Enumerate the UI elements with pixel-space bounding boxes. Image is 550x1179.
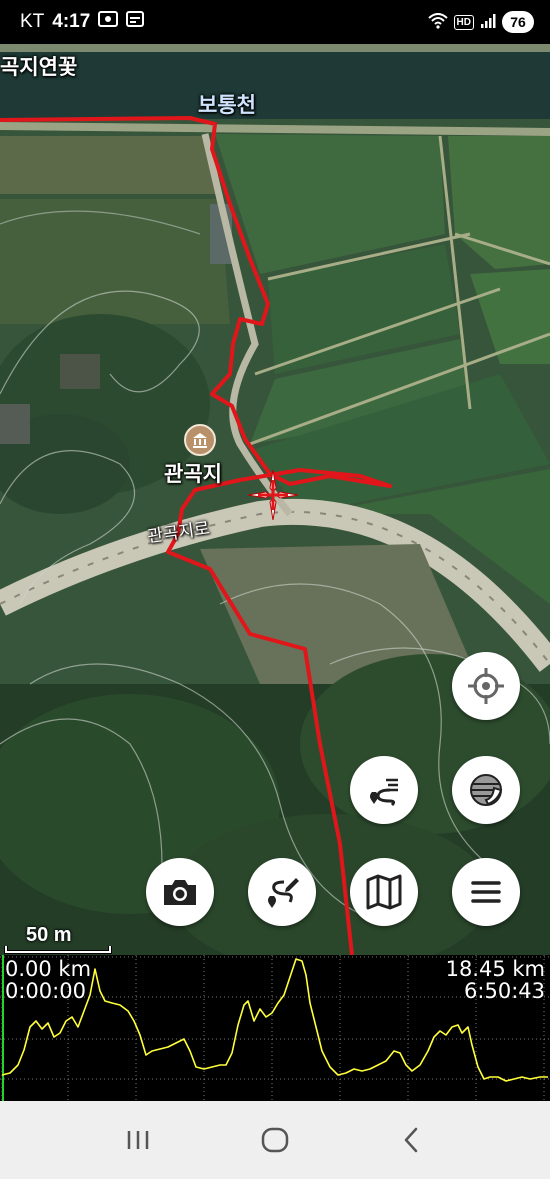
menu-icon <box>471 881 501 903</box>
back-button[interactable] <box>382 1110 442 1170</box>
map-label-stream: 보통천 <box>198 94 256 117</box>
map-label-lotus: 곡지연꽃 <box>0 56 78 79</box>
profile-end-time: 6:50:43 <box>464 979 545 1003</box>
edit-route-button[interactable] <box>248 858 316 926</box>
elevation-profile[interactable]: 0.00 km 0:00:00 18.45 km 6:50:43 <box>0 955 550 1101</box>
hd-badge: HD <box>453 14 474 30</box>
locate-button[interactable] <box>452 652 520 720</box>
carrier-label: KT <box>20 11 45 32</box>
status-time: 4:17 <box>52 11 91 32</box>
home-icon <box>261 1127 289 1153</box>
signal-icon <box>480 13 496 32</box>
calendar-icon <box>126 10 145 34</box>
map-view[interactable]: 곡지연꽃 보통천 관곡지 관곡지로 50 m <box>0 44 550 955</box>
recent-apps-icon <box>128 1131 149 1149</box>
back-icon <box>404 1127 417 1153</box>
screenshot-icon <box>98 10 119 34</box>
map-icon <box>366 874 402 910</box>
route-icon <box>370 778 398 807</box>
recent-apps-button[interactable] <box>108 1110 168 1170</box>
menu-button[interactable] <box>452 858 520 926</box>
camera-button[interactable] <box>146 858 214 926</box>
map-center-crosshair <box>247 469 299 521</box>
crosshair-icon <box>468 668 504 704</box>
battery-indicator: 76 <box>502 11 534 33</box>
camera-icon <box>164 880 196 905</box>
landmark-icon[interactable] <box>184 424 216 456</box>
map-label-place: 관곡지 <box>164 463 222 486</box>
scale-label: 50 m <box>26 924 72 946</box>
wifi-icon <box>427 12 448 32</box>
status-bar: KT 4:17 HD 76 <box>0 0 550 44</box>
system-nav-bar <box>0 1101 550 1179</box>
map-button[interactable] <box>350 858 418 926</box>
home-button[interactable] <box>245 1110 305 1170</box>
layers-button[interactable] <box>452 756 520 824</box>
route-button[interactable] <box>350 756 418 824</box>
edit-route-icon <box>268 878 299 908</box>
profile-end-distance: 18.45 km <box>445 957 545 981</box>
layers-icon <box>470 774 503 806</box>
profile-start-time: 0:00:00 <box>5 979 86 1003</box>
profile-start-distance: 0.00 km <box>5 957 92 981</box>
